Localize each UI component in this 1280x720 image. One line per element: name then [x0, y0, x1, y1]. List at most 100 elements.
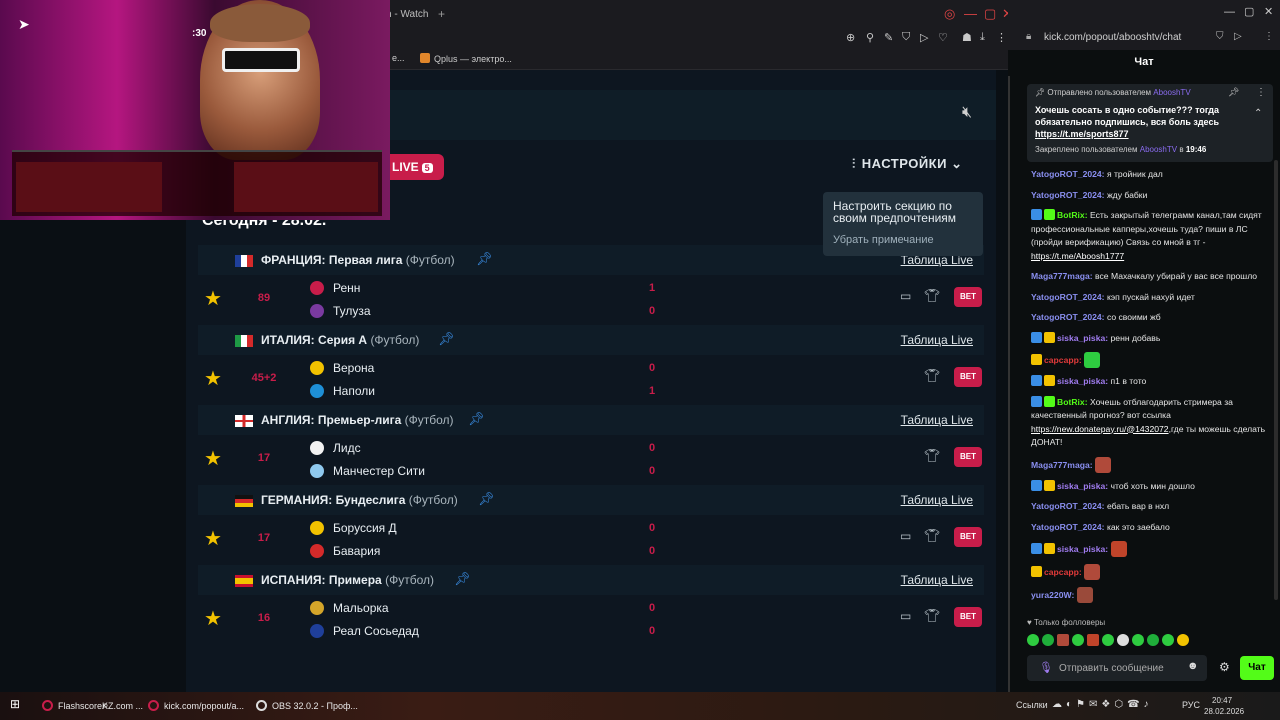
- emote-icon[interactable]: [1042, 634, 1054, 646]
- account-icon[interactable]: ☗: [962, 31, 972, 44]
- mic-icon[interactable]: 🎙︎: [1039, 661, 1053, 674]
- menu-icon[interactable]: ⋮: [1264, 31, 1274, 42]
- language-indicator[interactable]: РУС: [1182, 700, 1200, 710]
- chat-scrollbar[interactable]: [1274, 160, 1278, 600]
- chat-username[interactable]: siska_piska:: [1057, 481, 1108, 491]
- bet-button[interactable]: BET: [954, 527, 982, 547]
- star-icon[interactable]: ★: [204, 526, 222, 551]
- url-text[interactable]: kick.com/popout/abooshtv/chat: [1044, 32, 1181, 43]
- chat-username[interactable]: siska_piska:: [1057, 544, 1108, 554]
- zoom-icon[interactable]: ⊕: [846, 31, 855, 44]
- lineup-shirt-icon[interactable]: 👕︎: [924, 608, 941, 624]
- play-icon[interactable]: ▷: [1234, 31, 1242, 42]
- league-name[interactable]: АНГЛИЯ: Премьер-лига (Футбол): [261, 413, 454, 427]
- emote-icon[interactable]: [1072, 634, 1084, 646]
- bet-button[interactable]: BET: [954, 447, 982, 467]
- emote-icon[interactable]: [1027, 634, 1039, 646]
- lineup-shirt-icon[interactable]: 👕︎: [924, 288, 941, 304]
- league-header[interactable]: ИСПАНИЯ: Примера (Футбол) 📌︎ Таблица Live: [198, 565, 984, 595]
- emote-icon[interactable]: [1117, 634, 1129, 646]
- emote-icon[interactable]: [1057, 634, 1069, 646]
- chat-username[interactable]: Maga777maga:: [1031, 271, 1093, 281]
- match-row[interactable]: ★ 17 Боруссия Д Бавария 0 0 ▭ 👕︎ BET: [198, 515, 984, 565]
- live-table-link[interactable]: Таблица Live: [901, 493, 973, 507]
- shield-icon[interactable]: ⛉: [1216, 31, 1224, 42]
- emote-icon[interactable]: [1147, 634, 1159, 646]
- close-button[interactable]: ✕: [1264, 5, 1273, 18]
- pinned-link[interactable]: https://t.me/sports877: [1035, 129, 1129, 139]
- minimize-button[interactable]: —: [964, 6, 977, 21]
- chat-username[interactable]: YatogoROT_2024:: [1031, 190, 1105, 200]
- new-tab-button[interactable]: +: [438, 7, 445, 21]
- emote-icon[interactable]: [1087, 634, 1099, 646]
- maximize-button[interactable]: ▢: [984, 6, 996, 22]
- chat-username[interactable]: siska_piska:: [1057, 333, 1108, 343]
- tv-icon[interactable]: ▭: [900, 609, 911, 623]
- tv-icon[interactable]: ▭: [900, 529, 911, 543]
- taskbar-item-obs[interactable]: OBS 32.0.2 - Проф...: [256, 700, 358, 711]
- match-row[interactable]: ★ 16 Мальорка Реал Сосьедад 0 0 ▭ 👕︎ BET: [198, 595, 984, 645]
- chat-username[interactable]: capcapp:: [1044, 355, 1082, 365]
- star-icon[interactable]: ★: [204, 286, 222, 311]
- league-header[interactable]: ГЕРМАНИЯ: Бундеслига (Футбол) 📌︎ Таблица L…: [198, 485, 984, 515]
- shield-icon[interactable]: ⛉: [902, 31, 910, 44]
- chat-username[interactable]: BotRix:: [1057, 210, 1088, 220]
- bet-button[interactable]: BET: [954, 287, 982, 307]
- chat-username[interactable]: YatogoROT_2024:: [1031, 522, 1105, 532]
- bookmark-icon[interactable]: ⚲: [866, 31, 874, 44]
- sent-by-user[interactable]: AbooshTV: [1153, 88, 1190, 97]
- pin-icon[interactable]: 📌︎: [468, 411, 485, 427]
- clock-time[interactable]: 20:47: [1212, 696, 1232, 705]
- message-input[interactable]: [1059, 661, 1179, 675]
- pin-icon[interactable]: 📌︎: [476, 251, 493, 267]
- chat-username[interactable]: YatogoROT_2024:: [1031, 292, 1105, 302]
- chat-username[interactable]: YatogoROT_2024:: [1031, 169, 1105, 179]
- live-table-link[interactable]: Таблица Live: [901, 333, 973, 347]
- star-icon[interactable]: ★: [204, 606, 222, 631]
- chat-link[interactable]: https://new.donatepay.ru/@1432072: [1031, 424, 1169, 434]
- heart-icon[interactable]: ♡: [938, 31, 948, 44]
- league-name[interactable]: ИТАЛИЯ: Серия А (Футбол): [261, 333, 419, 347]
- match-row[interactable]: ★ 45+2 Верона Наполи 0 1 👕︎ BET: [198, 355, 984, 405]
- live-tab[interactable]: LIVE 5: [386, 154, 444, 180]
- tab-watch[interactable]: n - Watch: [386, 9, 428, 20]
- menu-icon[interactable]: ⋮: [996, 31, 1007, 44]
- bookmark-qplus[interactable]: Qplus — электро...: [420, 53, 512, 64]
- mute-icon[interactable]: 🔇︎: [962, 104, 972, 122]
- tray-links[interactable]: Ссылки: [1016, 700, 1048, 710]
- play-icon[interactable]: ▷: [920, 31, 928, 44]
- emote-icon[interactable]: [1102, 634, 1114, 646]
- league-name[interactable]: ФРАНЦИЯ: Первая лига (Футбол): [261, 253, 455, 267]
- pin-icon[interactable]: 📌︎: [454, 571, 471, 587]
- bookmark-item[interactable]: e...: [392, 53, 405, 63]
- chevron-up-icon[interactable]: ⌃: [1254, 108, 1262, 119]
- league-name[interactable]: ИСПАНИЯ: Примера (Футбол): [261, 573, 434, 587]
- pin-icon[interactable]: ✎: [884, 31, 893, 44]
- tray-icons[interactable]: ☁◐⚑✉❖⬡☎♪: [1052, 699, 1153, 710]
- taskbar-item-kick[interactable]: kick.com/popout/a...: [148, 700, 244, 711]
- clock-date[interactable]: 28.02.2026: [1204, 707, 1244, 716]
- chat-input-box[interactable]: 🎙︎ ☻: [1027, 655, 1207, 681]
- lineup-shirt-icon[interactable]: 👕︎: [924, 448, 941, 464]
- lineup-shirt-icon[interactable]: 👕︎: [924, 368, 941, 384]
- chat-username[interactable]: YatogoROT_2024:: [1031, 312, 1105, 322]
- league-header[interactable]: ИТАЛИЯ: Серия А (Футбол) 📌︎ Таблица Live: [198, 325, 984, 355]
- download-icon[interactable]: ⤓: [980, 31, 985, 44]
- chat-username[interactable]: capcapp:: [1044, 567, 1082, 577]
- chat-username[interactable]: YatogoROT_2024:: [1031, 501, 1105, 511]
- stream-preview[interactable]: :30 ➤: [0, 0, 390, 220]
- league-name[interactable]: ГЕРМАНИЯ: Бундеслига (Футбол): [261, 493, 458, 507]
- taskbar-item-flashscore[interactable]: FlashscoreKZ.com ...: [42, 700, 143, 711]
- star-icon[interactable]: ★: [204, 366, 222, 391]
- send-button[interactable]: Чат: [1240, 656, 1274, 680]
- bet-button[interactable]: BET: [954, 367, 982, 387]
- bet-button[interactable]: BET: [954, 607, 982, 627]
- match-row[interactable]: ★ 89 Ренн Тулуза 1 0 ▭ 👕︎ BET: [198, 275, 984, 325]
- gear-icon[interactable]: ⚙: [1219, 660, 1230, 674]
- match-row[interactable]: ★ 17 Лидс Манчестер Сити 0 0 👕︎ BET: [198, 435, 984, 485]
- pin-icon[interactable]: 📌︎: [478, 491, 495, 507]
- pin-icon[interactable]: 📌︎: [438, 331, 455, 347]
- pinned-by-user[interactable]: AbooshTV: [1140, 145, 1177, 154]
- chat-link[interactable]: https://t.me/Aboosh1777: [1031, 251, 1124, 261]
- minimize-button[interactable]: —: [1224, 6, 1235, 18]
